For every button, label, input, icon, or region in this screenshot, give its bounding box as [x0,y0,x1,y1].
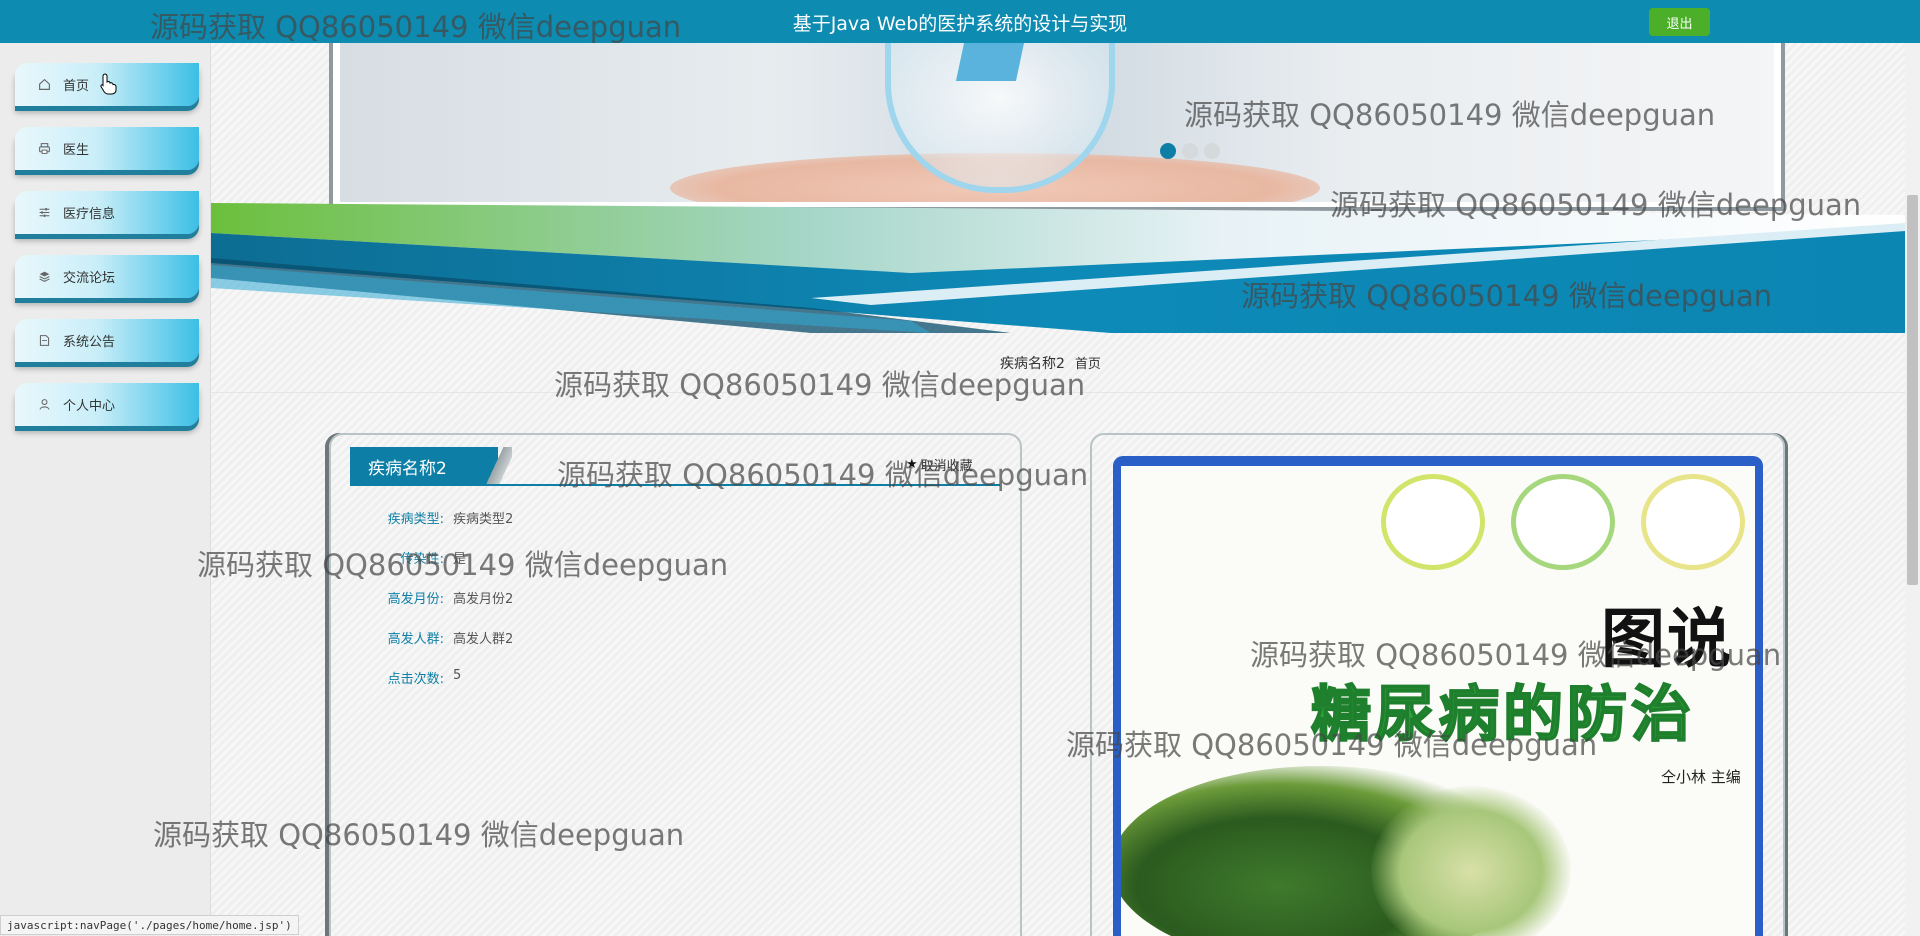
cartoon-illustration [1641,474,1745,570]
field-label: 疾病类型: [387,512,444,527]
browser-status-bar: javascript:navPage('./pages/home/home.js… [0,915,299,935]
book-editor: 仝小林 主编 [1661,768,1741,786]
info-row: 高发月份: 高发月份2 [350,588,514,607]
field-label: 高发月份: [387,592,444,607]
breadcrumb-current: 疾病名称2 [1000,356,1065,372]
logout-button[interactable]: 退出 [1649,8,1710,36]
field-value: 高发月份2 [453,592,514,607]
field-value: 高发人群2 [453,632,514,647]
carousel-indicators [1160,143,1220,159]
printer-icon [37,142,51,156]
sidebar-item-announcement[interactable]: 系统公告 [15,319,199,362]
sidebar-item-personal-center[interactable]: 个人中心 [15,383,199,426]
sidebar-item-label: 系统公告 [63,335,116,350]
detail-title: 疾病名称2 [350,447,498,485]
info-row: 疾病类型: 疾病类型2 [350,508,514,527]
carousel-dot[interactable] [1160,143,1176,159]
book-title-big: 糖尿病的防治 [1310,679,1695,751]
layers-icon [37,270,51,284]
field-value: 是 [453,552,467,567]
field-value: 疾病类型2 [453,512,514,527]
info-row: 高发人群: 高发人群2 [350,628,514,647]
carousel-image [340,43,1774,202]
carousel [329,43,1785,211]
cartoon-illustration [1511,474,1615,570]
carousel-dot[interactable] [1182,143,1198,159]
field-label: 传染性: [400,552,444,567]
system-title: 基于Java Web的医护系统的设计与实现 [792,13,1128,35]
sidebar-item-medical-info[interactable]: 医疗信息 [15,191,199,234]
hand-cursor-icon [100,73,117,95]
carousel-dot[interactable] [1204,143,1220,159]
sidebar-item-label: 医生 [63,143,90,158]
home-icon [37,78,51,92]
sidebar [0,43,211,936]
title-underline [350,484,1000,486]
field-value: 5 [453,668,462,683]
field-label: 点击次数: [387,672,444,687]
sidebar-item-label: 交流论坛 [63,271,116,286]
top-bar: 基于Java Web的医护系统的设计与实现 退出 [0,0,1920,43]
breadcrumb-home-link[interactable]: 首页 [1075,353,1101,372]
tab-decoration [486,447,512,485]
cartoon-illustration [1381,474,1485,570]
sliders-icon [37,206,51,220]
banner [211,43,1905,333]
sidebar-item-label: 医疗信息 [63,207,116,222]
cancel-favorite-button[interactable]: ★ 取消收藏 [906,455,973,474]
banner-wave [211,203,1905,333]
collect-label: 取消收藏 [920,459,973,474]
disease-image: 图说 糖尿病的防治 仝小林 主编 [1113,456,1763,936]
star-icon: ★ [906,457,918,472]
breadcrumb: 疾病名称2 首页 [1000,353,1101,373]
sidebar-item-doctor[interactable]: 医生 [15,127,199,170]
vegetable-image [1371,786,1571,936]
scrollbar-thumb[interactable] [1907,195,1918,585]
user-icon [37,398,51,412]
sidebar-item-label: 个人中心 [63,399,116,414]
divider [211,392,1905,393]
sidebar-item-label: 首页 [63,79,90,94]
document-icon [37,334,51,348]
info-row: 传染性: 是 [350,548,466,567]
info-row: 点击次数: 5 [350,668,462,687]
sidebar-item-forum[interactable]: 交流论坛 [15,255,199,298]
field-label: 高发人群: [387,632,444,647]
